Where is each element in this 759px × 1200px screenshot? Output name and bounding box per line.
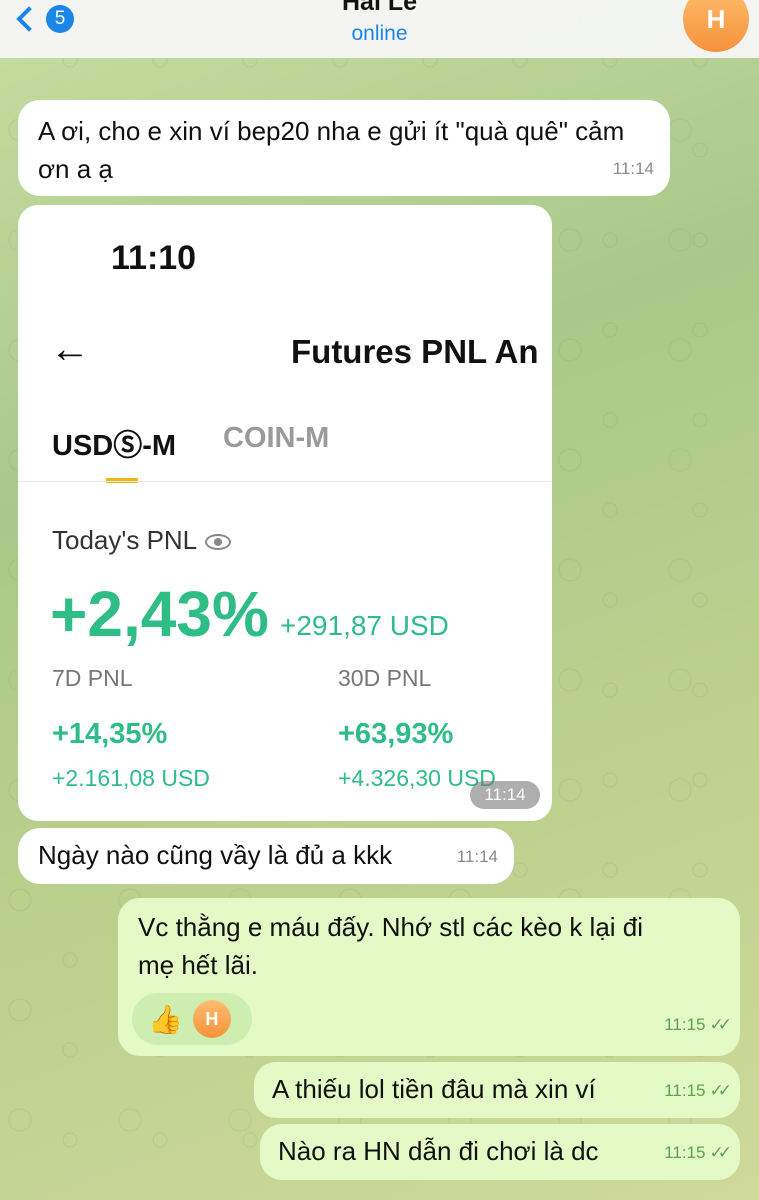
message-time-text: 11:15 xyxy=(664,1081,706,1100)
message-time-text: 11:15 xyxy=(664,1143,706,1162)
message-text: A ơi, cho e xin ví bep20 nha e gửi ít "q… xyxy=(38,116,625,184)
message-time: 11:14 xyxy=(612,159,654,178)
image-time: 11:14 xyxy=(470,781,540,809)
30d-pnl-label: 30D PNL xyxy=(338,665,432,691)
eye-icon xyxy=(205,534,232,551)
30d-pnl-percent: +63,93% xyxy=(338,718,454,750)
chat-header: 5 Hai Le online H xyxy=(0,0,759,58)
message-outgoing[interactable]: A thiếu lol tiền đâu mà xin ví 11:15 ✓✓ xyxy=(254,1062,740,1118)
today-pnl-percent: +2,43% xyxy=(50,578,269,650)
divider xyxy=(18,481,552,482)
tab-coin-m: COIN-M xyxy=(223,422,330,454)
screenshot-clock: 11:10 xyxy=(111,239,197,277)
tab-usd-m: USDⓈ-M xyxy=(52,430,177,462)
message-incoming[interactable]: Ngày nào cũng vầy là đủ a kkk 11:14 xyxy=(18,828,514,884)
7d-pnl-label: 7D PNL xyxy=(52,665,133,691)
message-text-line1: Vc thằng e máu đấy. Nhớ stl các kèo k lạ… xyxy=(138,912,644,942)
today-pnl-label: Today's PNL xyxy=(52,525,232,556)
arrow-left-icon: ← xyxy=(50,327,90,371)
7d-pnl-percent: +14,35% xyxy=(52,718,168,750)
7d-pnl-usd: +2.161,08 USD xyxy=(52,765,210,791)
today-pnl-text: Today's PNL xyxy=(52,525,198,555)
pnl-screenshot-image[interactable]: 11:10 ← Futures PNL An USDⓈ-M COIN-M Tod… xyxy=(18,205,552,821)
thumbs-up-icon: 👍 xyxy=(148,1003,183,1035)
message-text: Ngày nào cũng vầy là đủ a kkk xyxy=(38,840,393,870)
chat-title[interactable]: Hai Le xyxy=(0,0,759,17)
read-checks-icon: ✓✓ xyxy=(709,1081,732,1100)
message-time: 11:15 ✓✓ xyxy=(664,1006,732,1044)
message-time: 11:15 ✓✓ xyxy=(664,1134,732,1172)
message-incoming[interactable]: A ơi, cho e xin ví bep20 nha e gửi ít "q… xyxy=(18,100,670,196)
screenshot-heading: Futures PNL An xyxy=(291,333,539,370)
message-time: 11:14 xyxy=(456,847,498,866)
message-outgoing[interactable]: Nào ra HN dẫn đi chơi là dc 11:15 ✓✓ xyxy=(260,1124,740,1180)
reaction-avatar: H xyxy=(192,1000,231,1038)
message-time-text: 11:15 xyxy=(664,1015,706,1034)
message-time: 11:15 ✓✓ xyxy=(664,1072,732,1110)
today-pnl-usd: +291,87 USD xyxy=(280,610,449,641)
read-checks-icon: ✓✓ xyxy=(709,1015,732,1034)
read-checks-icon: ✓✓ xyxy=(709,1143,732,1162)
chat-status: online xyxy=(351,22,408,45)
message-text: A thiếu lol tiền đâu mà xin ví xyxy=(272,1074,596,1104)
message-text: Nào ra HN dẫn đi chơi là dc xyxy=(278,1136,599,1166)
reaction-chip[interactable]: 👍 H xyxy=(132,993,252,1045)
message-text-line2: mẹ hết lãi. xyxy=(138,950,258,980)
